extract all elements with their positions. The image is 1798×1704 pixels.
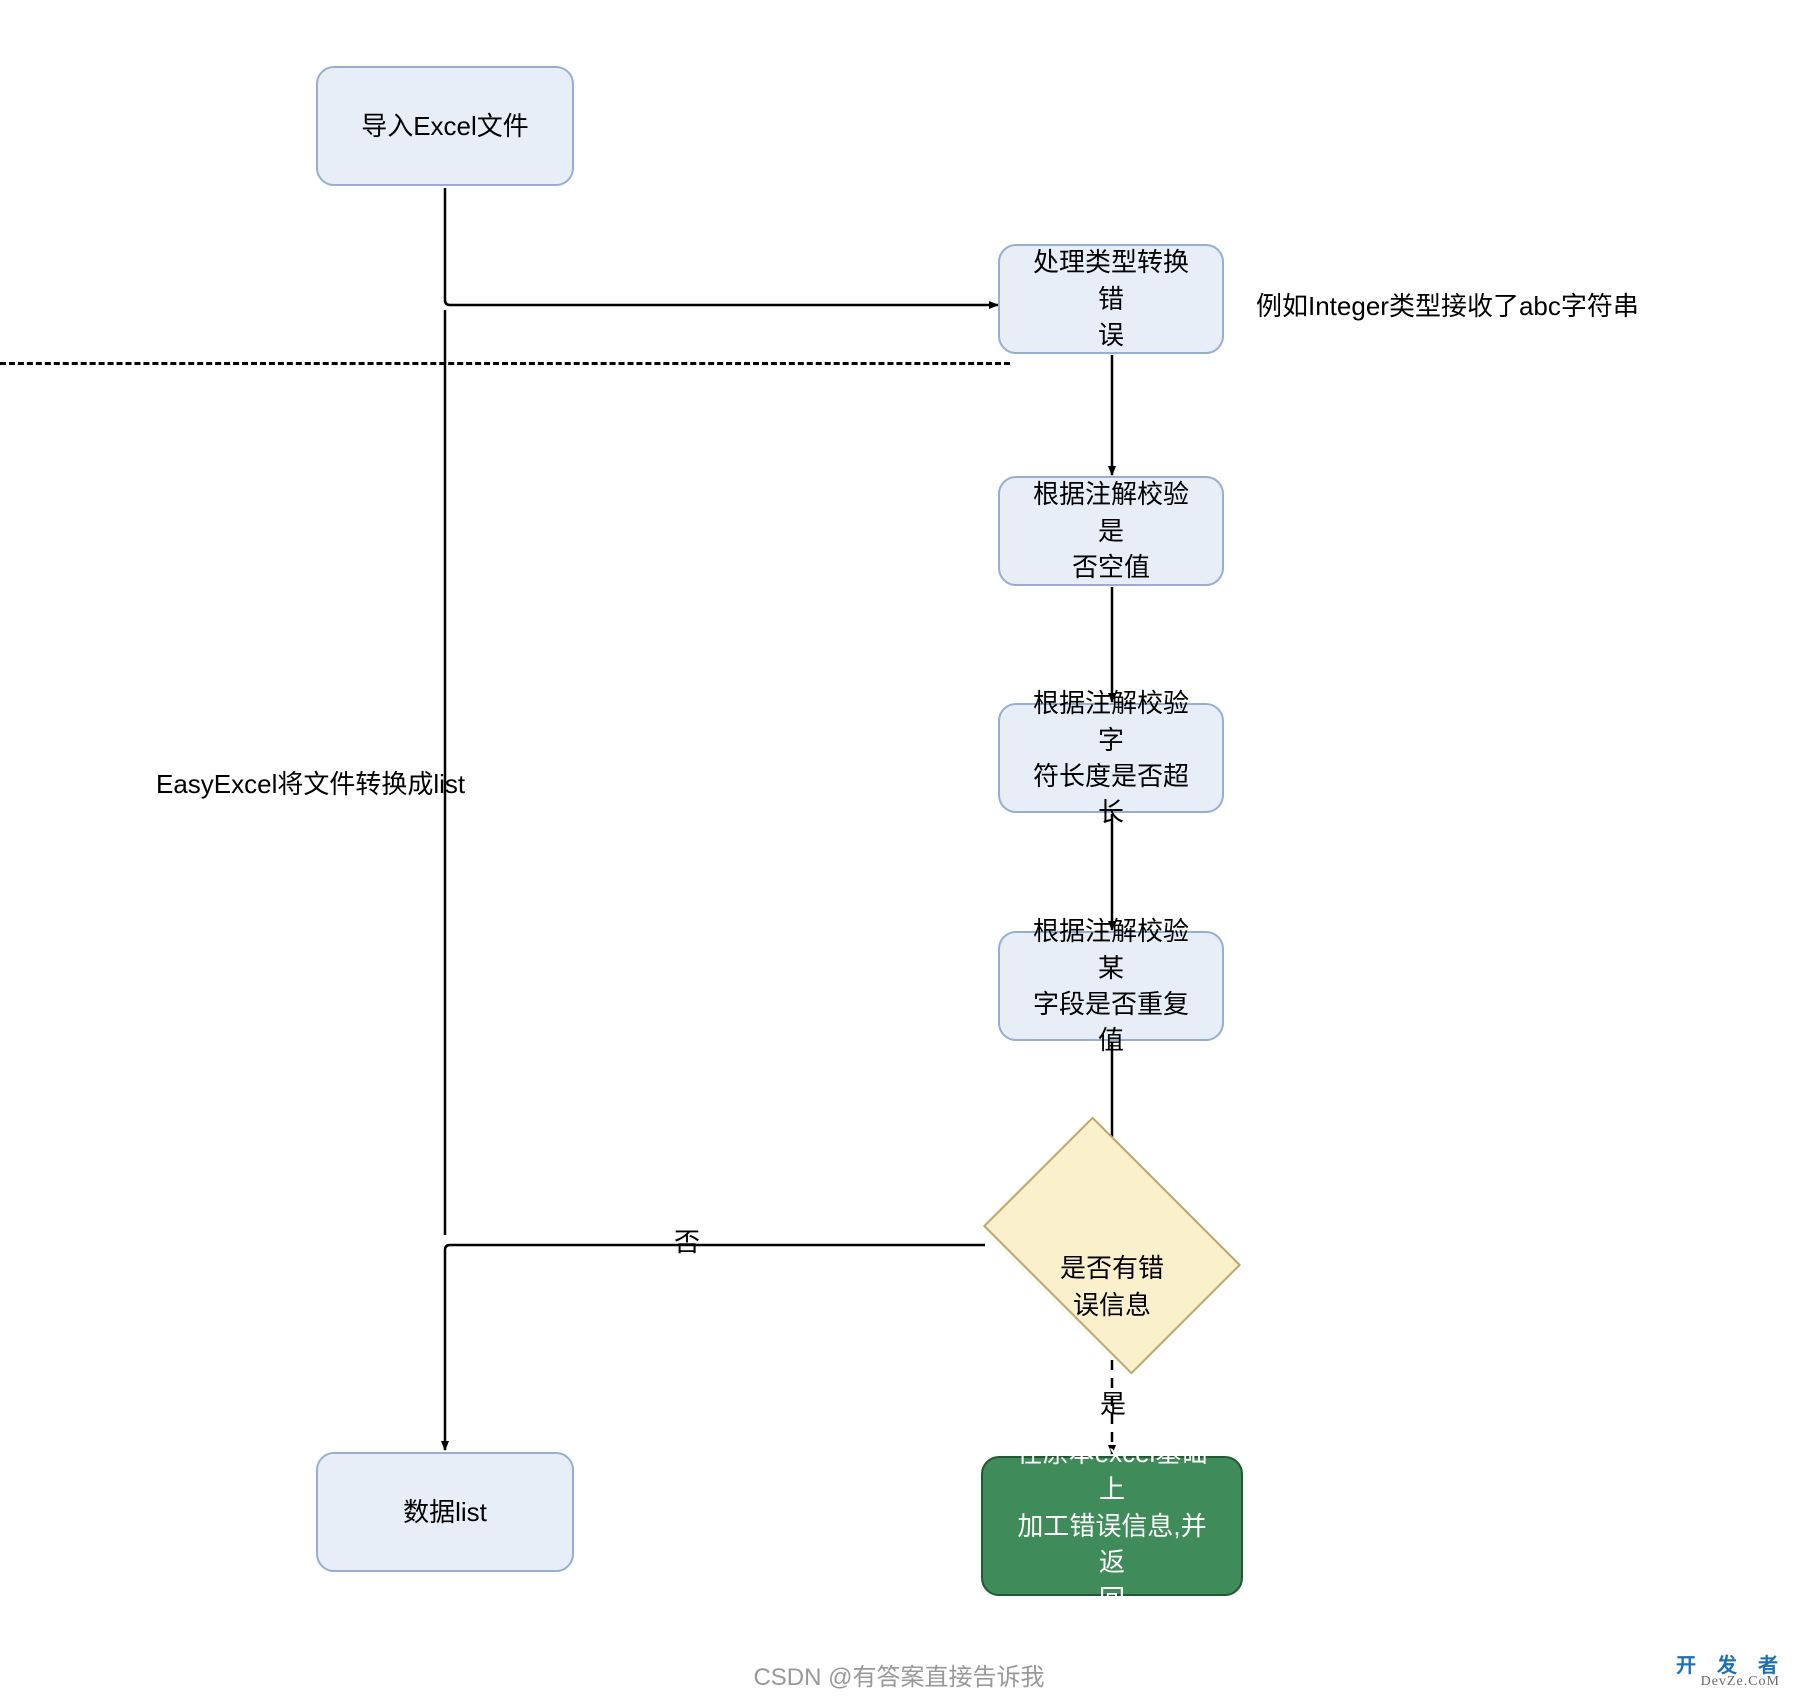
label-no: 否 [674,1222,700,1259]
decision-has-error [983,1116,1241,1374]
node-handle-type-error: 处理类型转换错 误 [998,244,1224,354]
node-check-null: 根据注解校验是 否空值 [998,476,1224,586]
dashed-separator [0,362,1010,365]
label-example: 例如Integer类型接收了abc字符串 [1256,286,1639,323]
watermark-text: CSDN @有答案直接告诉我 [0,1657,1798,1692]
node-return-error-excel: 在原本excel基础上 加工错误信息,并返 回 [981,1456,1243,1596]
node-label: 根据注解校验某 字段是否重复值 [1024,913,1198,1059]
site-logo: 开 发 者 DevZe.CoM [1676,1649,1786,1690]
node-label: 在原本excel基础上 加工错误信息,并返 回 [1007,1435,1217,1617]
node-label: 根据注解校验是 否空值 [1024,476,1198,585]
label-yes: 是 [1100,1384,1126,1421]
node-check-length: 根据注解校验字 符长度是否超长 [998,703,1224,813]
node-data-list: 数据list [316,1452,574,1572]
flowchart-canvas: 导入Excel文件 处理类型转换错 误 根据注解校验是 否空值 根据注解校验字 … [0,0,1798,1704]
node-label: 根据注解校验字 符长度是否超长 [1024,685,1198,831]
label-convert: EasyExcel将文件转换成list [156,764,465,801]
node-check-duplicate: 根据注解校验某 字段是否重复值 [998,931,1224,1041]
node-label: 处理类型转换错 误 [1024,244,1198,353]
connector-layer [0,0,1798,1704]
node-label: 数据list [403,1494,487,1530]
node-label: 导入Excel文件 [361,108,529,144]
node-import-excel: 导入Excel文件 [316,66,574,186]
